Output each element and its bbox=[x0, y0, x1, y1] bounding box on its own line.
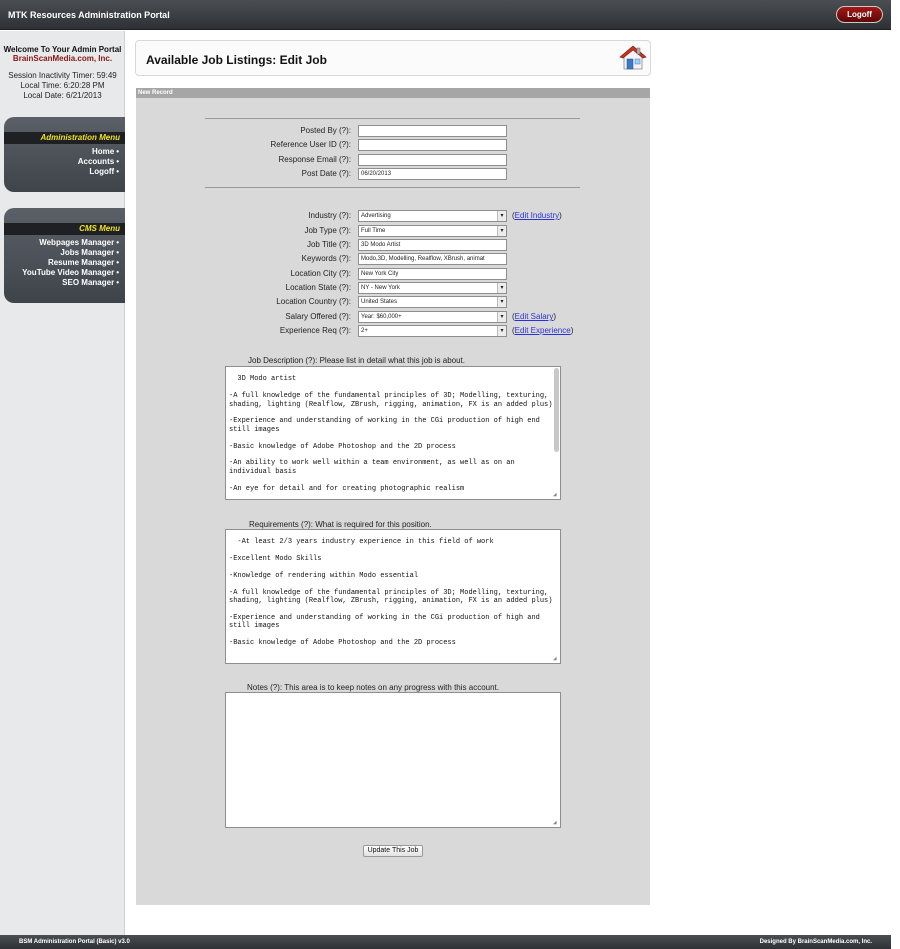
edit-experience-link[interactable]: Edit Experience bbox=[515, 326, 571, 335]
company-name: BrainScanMedia.com, Inc. bbox=[12, 54, 113, 63]
session-info: Session Inactivity Timer: 59:49 Local Ti… bbox=[0, 71, 125, 101]
menu-item-home[interactable]: Home • bbox=[4, 147, 119, 157]
job-description-textarea[interactable]: 3D Modo artist -A full knowledge of the … bbox=[225, 366, 561, 500]
local-time: Local Time: 6:20:28 PM bbox=[20, 81, 105, 90]
sidebar: Welcome To Your Admin Portal BrainScanMe… bbox=[0, 31, 125, 935]
post-date-label: Post Date (?): bbox=[301, 169, 351, 178]
notes-label: Notes (?): This area is to keep notes on… bbox=[247, 683, 499, 692]
welcome-block: Welcome To Your Admin Portal BrainScanMe… bbox=[0, 45, 125, 63]
keywords-label: Keywords (?): bbox=[301, 254, 351, 263]
notes-textarea[interactable]: ◢ bbox=[225, 692, 561, 828]
update-job-button[interactable]: Update This Job bbox=[363, 845, 423, 857]
requirements-label: Requirements (?): What is required for t… bbox=[249, 520, 432, 529]
admin-menu-title: Administration Menu bbox=[4, 132, 125, 144]
admin-menu: Administration Menu Home • Accounts • Logo… bbox=[4, 117, 125, 192]
response-email-input[interactable] bbox=[358, 154, 507, 166]
job-type-row: Job Type (?): Full Time ▾ bbox=[136, 225, 650, 237]
scrollbar[interactable] bbox=[554, 368, 559, 452]
posted-by-label: Posted By (?): bbox=[300, 126, 351, 135]
industry-label: Industry (?): bbox=[308, 211, 351, 220]
requirements-textarea[interactable]: -At least 2/3 years industry experience … bbox=[225, 529, 561, 664]
chevron-down-icon: ▾ bbox=[497, 326, 506, 336]
right-margin bbox=[891, 0, 900, 949]
footer-version: BSM Administration Portal (Basic) v3.0 bbox=[19, 939, 130, 945]
welcome-text: Welcome To Your Admin Portal bbox=[3, 45, 122, 54]
job-title-label: Job Title (?): bbox=[306, 240, 351, 249]
post-date-input[interactable]: 06/20/2013 bbox=[358, 168, 507, 180]
menu-item-youtube-video-manager[interactable]: YouTube Video Manager • bbox=[4, 268, 119, 278]
industry-row: Industry (?): Advertising ▾ (Edit Industr… bbox=[308, 210, 562, 222]
location-country-row: Location Country (?): United States ▾ bbox=[136, 296, 650, 308]
divider bbox=[205, 187, 580, 188]
home-icon[interactable] bbox=[619, 44, 647, 72]
menu-item-accounts[interactable]: Accounts • bbox=[4, 157, 119, 167]
page-title: Available Job Listings: Edit Job bbox=[146, 53, 327, 67]
chevron-down-icon: ▾ bbox=[497, 211, 506, 221]
job-description-label: Job Description (?): Please list in deta… bbox=[248, 356, 465, 365]
footer-credit: Designed By BrainScanMedia.com, Inc. bbox=[759, 939, 872, 945]
location-state-select[interactable]: NY - New York ▾ bbox=[358, 282, 507, 294]
reference-user-id-row: Reference User ID (?): bbox=[136, 139, 650, 151]
location-state-row: Location State (?): NY - New York ▾ bbox=[136, 282, 650, 294]
industry-select[interactable]: Advertising ▾ bbox=[358, 210, 507, 222]
menu-item-resume-manager[interactable]: Resume Manager • bbox=[4, 258, 119, 268]
location-city-row: Location City (?): New York City bbox=[136, 268, 650, 280]
experience-req-row: Experience Req (?): 2+ ▾ (Edit Experience… bbox=[279, 325, 574, 337]
experience-req-label: Experience Req (?): bbox=[279, 326, 351, 335]
top-bar: MTK Resources Administration Portal Logo… bbox=[0, 0, 891, 30]
menu-item-logoff[interactable]: Logoff • bbox=[4, 167, 119, 177]
job-type-select[interactable]: Full Time ▾ bbox=[358, 225, 507, 237]
location-city-label: Location City (?): bbox=[290, 269, 351, 278]
logoff-button[interactable]: Logoff bbox=[836, 6, 883, 23]
menu-item-jobs-manager[interactable]: Jobs Manager • bbox=[4, 248, 119, 258]
app-title: MTK Resources Administration Portal bbox=[8, 10, 170, 20]
response-email-row: Response Email (?): bbox=[136, 154, 650, 166]
salary-offered-label: Salary Offered (?): bbox=[285, 312, 351, 321]
keywords-row: Keywords (?): Modo,3D, Modelling, Realfl… bbox=[136, 253, 650, 265]
post-date-row: Post Date (?): 06/20/2013 bbox=[136, 168, 650, 180]
divider bbox=[205, 118, 580, 119]
location-state-label: Location State (?): bbox=[285, 283, 351, 292]
job-title-row: Job Title (?): 3D Modo Artist bbox=[136, 239, 650, 251]
salary-offered-select[interactable]: Year: $60,000+ ▾ bbox=[358, 311, 507, 323]
job-title-input[interactable]: 3D Modo Artist bbox=[358, 239, 507, 251]
chevron-down-icon: ▾ bbox=[497, 283, 506, 293]
job-type-label: Job Type (?): bbox=[304, 226, 351, 235]
chevron-down-icon: ▾ bbox=[497, 297, 506, 307]
edit-salary-link[interactable]: Edit Salary bbox=[515, 312, 554, 321]
menu-item-seo-manager[interactable]: SEO Manager • bbox=[4, 278, 119, 288]
section-label: New Record bbox=[136, 88, 650, 98]
resize-grip-icon[interactable]: ◢ bbox=[553, 820, 559, 826]
resize-grip-icon[interactable]: ◢ bbox=[553, 656, 559, 662]
session-timer: Session Inactivity Timer: 59:49 bbox=[8, 71, 117, 80]
page-header: Available Job Listings: Edit Job bbox=[135, 40, 651, 76]
reference-user-id-label: Reference User ID (?): bbox=[270, 140, 351, 149]
footer: BSM Administration Portal (Basic) v3.0 D… bbox=[0, 935, 891, 949]
posted-by-row: Posted By (?): bbox=[136, 125, 650, 137]
local-date: Local Date: 6/21/2013 bbox=[23, 91, 102, 100]
reference-user-id-input[interactable] bbox=[358, 139, 507, 151]
location-country-label: Location Country (?): bbox=[276, 297, 351, 306]
resize-grip-icon[interactable]: ◢ bbox=[553, 492, 559, 498]
menu-item-webpages-manager[interactable]: Webpages Manager • bbox=[4, 238, 119, 248]
chevron-down-icon: ▾ bbox=[497, 312, 506, 322]
chevron-down-icon: ▾ bbox=[497, 226, 506, 236]
location-country-select[interactable]: United States ▾ bbox=[358, 296, 507, 308]
cms-menu: CMS Menu Webpages Manager • Jobs Manager •… bbox=[4, 208, 125, 303]
keywords-input[interactable]: Modo,3D, Modelling, Realflow, XBrush, an… bbox=[358, 253, 507, 265]
posted-by-input[interactable] bbox=[358, 125, 507, 137]
edit-industry-link[interactable]: Edit Industry bbox=[515, 211, 559, 220]
salary-offered-row: Salary Offered (?): Year: $60,000+ ▾ (Edi… bbox=[285, 311, 557, 323]
experience-req-select[interactable]: 2+ ▾ bbox=[358, 325, 507, 337]
location-city-input[interactable]: New York City bbox=[358, 268, 507, 280]
response-email-label: Response Email (?): bbox=[278, 155, 351, 164]
cms-menu-title: CMS Menu bbox=[4, 223, 125, 235]
